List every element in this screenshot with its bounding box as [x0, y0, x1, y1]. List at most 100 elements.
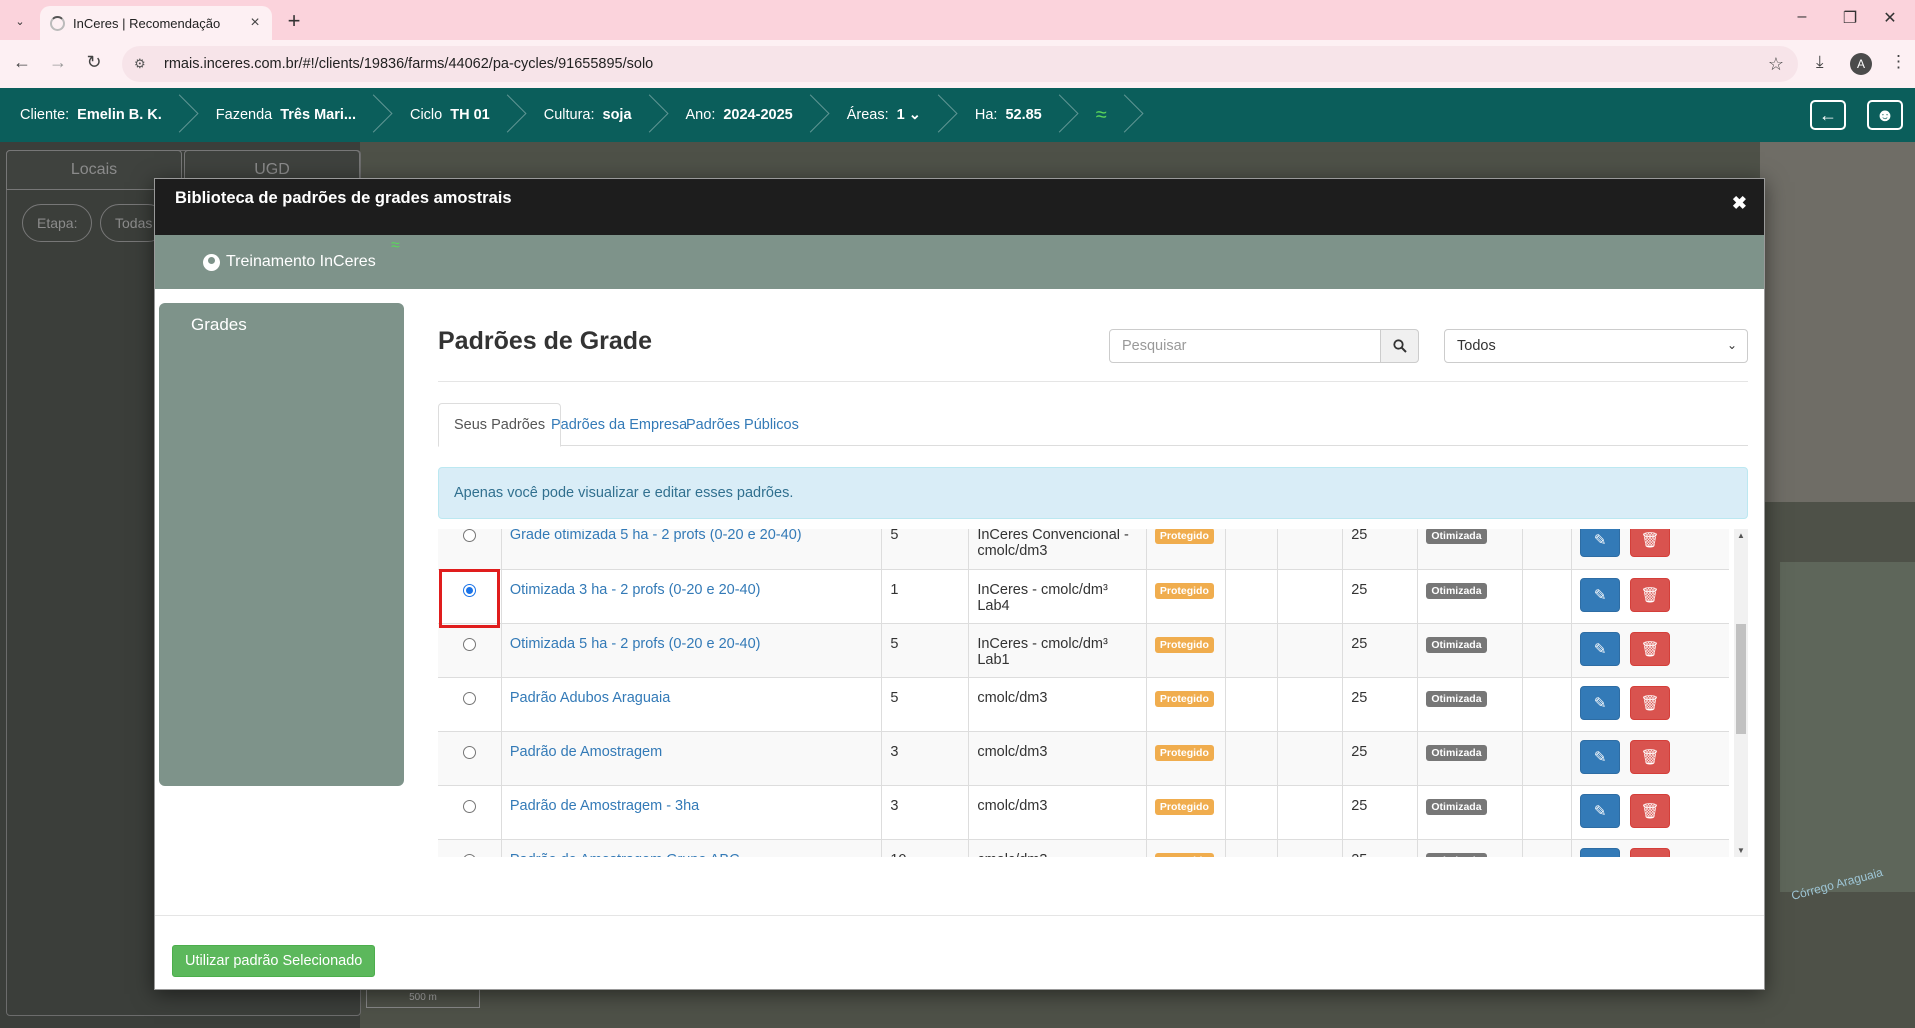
patterns-table-container[interactable]: Grade otimizada 5 ha - 2 profs (0-20 e 2… [438, 529, 1748, 857]
row-name-link[interactable]: Otimizada 5 ha - 2 profs (0-20 e 20-40) [510, 636, 761, 652]
edit-button[interactable]: ✎ [1580, 847, 1621, 857]
delete-trash-icon[interactable]: 🗑 [1630, 577, 1671, 612]
url-bar[interactable]: ⚙ rmais.inceres.com.br/#!/clients/19836/… [122, 46, 1798, 82]
ha-value: 52.85 [1005, 107, 1042, 123]
crumb-areas[interactable]: Áreas: 1 ⌄ [827, 88, 955, 142]
forward-arrow-icon[interactable]: → [46, 52, 70, 73]
reload-icon[interactable]: ↻ [82, 52, 106, 73]
row-value: 25 [1342, 731, 1419, 786]
row-name-link[interactable]: Padrão de Amostragem - 3ha [510, 798, 699, 814]
row-status-cell: Protegido [1146, 529, 1226, 570]
row-name-link[interactable]: Otimizada 3 ha - 2 profs (0-20 e 20-40) [510, 582, 761, 598]
edit-button[interactable]: ✎ [1580, 793, 1621, 828]
row-empty-cell [1277, 677, 1344, 732]
row-name-link[interactable]: Padrão de Amostragem Grupo ABC [510, 852, 740, 858]
row-name-link[interactable]: Grade otimizada 5 ha - 2 profs (0-20 e 2… [510, 529, 802, 543]
profile-avatar[interactable]: A [1850, 53, 1872, 75]
crumb-cultura[interactable]: Cultura: soja [524, 88, 666, 142]
table-row[interactable]: Otimizada 3 ha - 2 profs (0-20 e 20-40) 1… [438, 569, 1729, 624]
scrollbar-thumb[interactable] [1736, 624, 1746, 734]
row-radio[interactable] [462, 529, 476, 542]
modal-title: Biblioteca de padrões de grades amostrai… [175, 189, 512, 207]
edit-button[interactable]: ✎ [1580, 739, 1621, 774]
status-badge: Protegido [1154, 636, 1214, 653]
delete-trash-icon[interactable]: 🗑 [1630, 739, 1671, 774]
minimize-icon[interactable]: – [1782, 8, 1822, 26]
etapa-filter[interactable]: Etapa: [22, 204, 93, 242]
row-radio[interactable] [462, 583, 476, 597]
back-arrow-icon[interactable]: ← [10, 52, 34, 73]
row-empty-cell [1522, 785, 1573, 840]
delete-trash-icon[interactable]: 🗑 [1630, 685, 1671, 720]
filter-select-value: Todos [1457, 338, 1496, 354]
row-radio[interactable] [462, 637, 476, 651]
new-tab-plus-icon[interactable]: + [282, 8, 306, 34]
row-empty-cell [1277, 785, 1344, 840]
row-value: 25 [1342, 529, 1419, 570]
delete-trash-icon[interactable]: 🗑 [1630, 529, 1671, 557]
table-scrollbar[interactable]: ▲ ▼ [1734, 529, 1748, 857]
type-badge: Otimizada [1426, 798, 1487, 815]
search-button[interactable] [1380, 329, 1419, 363]
tab-search-chevron-icon[interactable]: ⌄ [9, 10, 31, 32]
type-badge: Otimizada [1426, 529, 1487, 544]
row-name-link[interactable]: Padrão de Amostragem [510, 744, 662, 760]
search-input[interactable]: Pesquisar [1109, 329, 1381, 363]
scroll-down-arrow-icon[interactable]: ▼ [1737, 846, 1745, 855]
browser-tab-strip: ⌄ InCeres | Recomendação × + – ❐ ✕ [0, 0, 1915, 40]
table-row[interactable]: Padrão de Amostragem Grupo ABC 10cmolc/dm… [438, 839, 1729, 857]
delete-trash-icon[interactable]: 🗑 [1630, 793, 1671, 828]
row-radio[interactable] [462, 745, 476, 759]
download-icon[interactable]: ⤓ [1816, 52, 1824, 72]
row-count: 3 [881, 785, 970, 840]
map-urban-area [1760, 142, 1915, 502]
bookmark-star-icon[interactable]: ☆ [1768, 54, 1784, 75]
more-menu-icon[interactable]: ⋮ [1890, 52, 1907, 72]
sidebar-item-grades[interactable]: Grades [191, 315, 372, 335]
row-name-link[interactable]: Padrão Adubos Araguaia [510, 690, 670, 706]
table-row[interactable]: Padrão Adubos Araguaia 5 cmolc/dm3 Protegid… [438, 677, 1729, 732]
row-radio[interactable] [462, 853, 476, 857]
crumb-ano[interactable]: Ano: 2024-2025 [666, 88, 827, 142]
edit-button[interactable]: ✎ [1580, 577, 1621, 612]
row-count: 10 [881, 839, 970, 857]
row-empty-cell [1225, 529, 1279, 570]
row-empty-cell [1522, 839, 1573, 857]
table-row[interactable]: Padrão de Amostragem 3 cmolc/dm3 Protegido 2… [438, 731, 1729, 786]
table-row[interactable]: Otimizada 5 ha - 2 profs (0-20 e 20-40) 5… [438, 623, 1729, 678]
crumb-fazenda[interactable]: Fazenda Três Mari... [196, 88, 390, 142]
restore-icon[interactable]: ❐ [1830, 8, 1870, 28]
row-radio[interactable] [462, 691, 476, 705]
filter-select[interactable]: Todos ⌄ [1444, 329, 1748, 363]
row-lab: InCeres - cmolc/dm³ Lab4 [968, 569, 1147, 624]
app-header: Cliente: Emelin B. K. Fazenda Três Mari.… [0, 88, 1915, 142]
chevron-down-icon[interactable]: ⌄ [909, 107, 921, 123]
type-badge: Otimizada [1426, 852, 1487, 857]
edit-button[interactable]: ✎ [1580, 631, 1621, 666]
back-button[interactable]: ← [1810, 100, 1846, 130]
scroll-up-arrow-icon[interactable]: ▲ [1737, 531, 1745, 540]
crumb-cliente[interactable]: Cliente: Emelin B. K. [0, 88, 196, 142]
site-info-icon[interactable]: ⚙ [134, 56, 154, 72]
table-row[interactable]: Padrão de Amostragem - 3ha 3 cmolc/dm3 Prot… [438, 785, 1729, 840]
row-radio[interactable] [462, 799, 476, 813]
table-row[interactable]: Grade otimizada 5 ha - 2 profs (0-20 e 2… [438, 529, 1729, 570]
edit-button[interactable]: ✎ [1580, 685, 1621, 720]
use-selected-pattern-button[interactable]: Utilizar padrão Selecionado [172, 945, 376, 977]
crumb-separator [1056, 88, 1076, 142]
row-radio-cell [438, 839, 502, 857]
browser-tab[interactable]: InCeres | Recomendação × [40, 6, 272, 40]
tab-padroes-publicos[interactable]: Padrões Públicos [671, 403, 814, 446]
user-menu-button[interactable]: ☻ [1867, 100, 1903, 130]
row-radio-cell [438, 677, 502, 732]
ano-label: Ano: [685, 107, 716, 123]
row-empty-cell [1225, 569, 1279, 624]
tab-close-icon[interactable]: × [244, 14, 266, 32]
crumb-ciclo[interactable]: Ciclo TH 01 [390, 88, 524, 142]
edit-button[interactable]: ✎ [1580, 529, 1621, 557]
modal-close-icon[interactable]: ✖ [1732, 193, 1747, 214]
ciclo-value: TH 01 [450, 107, 490, 123]
delete-trash-icon[interactable]: 🗑 [1630, 631, 1671, 666]
window-close-icon[interactable]: ✕ [1870, 8, 1910, 28]
delete-trash-icon[interactable]: 🗑 [1630, 847, 1671, 857]
